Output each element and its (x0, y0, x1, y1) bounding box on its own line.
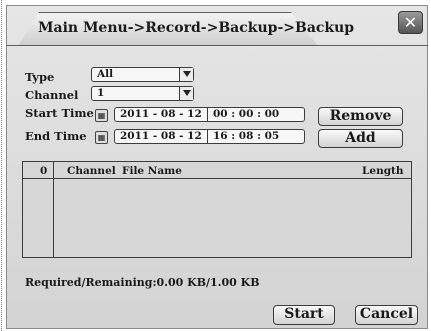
field-divider (207, 107, 208, 122)
header-index: 0 (40, 165, 48, 177)
end-clock[interactable]: 16 : 08 : 05 (213, 130, 279, 143)
end-time-label: End Time (25, 129, 87, 143)
start-time-field[interactable]: 2011 - 08 - 12 00 : 00 : 00 (114, 107, 305, 122)
type-select[interactable]: All (91, 67, 194, 82)
start-date[interactable]: 2011 - 08 - 12 (120, 108, 202, 120)
type-value: All (97, 68, 114, 80)
dialog-title: Main Menu->Record->Backup->Backup (38, 20, 355, 36)
cancel-button[interactable]: Cancel (355, 305, 418, 325)
channel-select[interactable]: 1 (91, 86, 194, 101)
required-remaining-status: Required/Remaining:0.00 KB/1.00 KB (25, 276, 260, 289)
start-clock[interactable]: 00 : 00 : 00 (213, 108, 279, 121)
chevron-down-icon[interactable] (179, 68, 193, 81)
title-divider (6, 45, 428, 46)
close-icon: ✕ (403, 13, 418, 32)
header-length: Length (362, 165, 404, 177)
close-button[interactable]: ✕ (398, 11, 423, 34)
field-divider (207, 129, 208, 144)
screen-edge (1, 0, 2, 331)
table-header-divider (22, 178, 412, 179)
end-date[interactable]: 2011 - 08 - 12 (120, 130, 202, 142)
table-column-divider (53, 161, 54, 258)
calendar-icon[interactable]: ▦ (95, 131, 108, 144)
chevron-down-icon[interactable] (179, 87, 193, 100)
channel-value: 1 (97, 87, 105, 99)
end-time-field[interactable]: 2011 - 08 - 12 16 : 08 : 05 (114, 129, 305, 144)
header-channel: Channel (67, 165, 116, 177)
calendar-icon[interactable]: ▦ (95, 109, 108, 122)
start-button[interactable]: Start (273, 305, 335, 325)
add-button[interactable]: Add (318, 129, 403, 148)
remove-button[interactable]: Remove (318, 107, 403, 126)
start-time-label: Start Time (25, 106, 94, 120)
channel-label: Channel (25, 88, 79, 102)
header-file-name: File Name (122, 165, 182, 177)
type-label: Type (25, 70, 55, 84)
